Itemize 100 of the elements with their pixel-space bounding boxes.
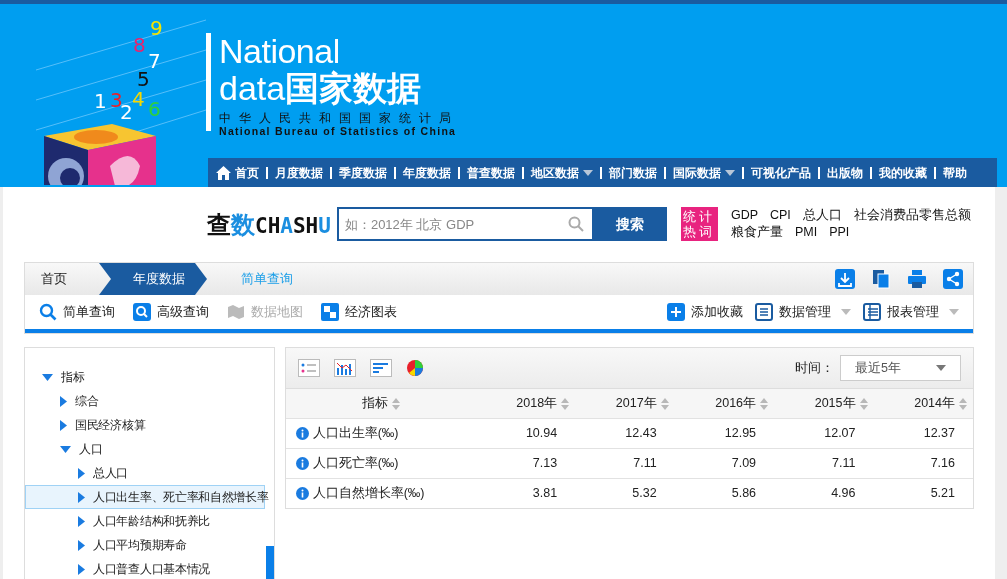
nav-link[interactable]: 地区数据	[531, 163, 593, 182]
chashu-logo: 查数CHASHU	[207, 211, 331, 240]
column-header[interactable]: 2015年	[774, 388, 874, 419]
search-button[interactable]: 搜索	[593, 207, 667, 241]
table-cell: 4.96	[774, 478, 874, 509]
expanded-triangle-icon[interactable]	[42, 373, 53, 381]
home-icon	[216, 165, 231, 180]
info-icon[interactable]	[295, 487, 309, 501]
toolbar-button[interactable]: 经济图表	[321, 302, 397, 322]
search-field[interactable]: 如：2012年 北京 GDP	[336, 207, 594, 241]
column-header[interactable]: 2016年	[674, 388, 775, 419]
logo-digit: 9	[150, 16, 163, 40]
collapsed-triangle-icon[interactable]	[60, 419, 67, 431]
table-cell: 7.11	[575, 448, 675, 479]
hot-words-badge: 统计 热词	[680, 207, 718, 241]
table-cell: 12.43	[575, 418, 675, 449]
collapsed-triangle-icon[interactable]	[60, 395, 67, 407]
nav-link[interactable]: 月度数据	[275, 163, 323, 182]
nav-link[interactable]: 我的收藏	[879, 163, 927, 182]
nav-link[interactable]: 帮助	[943, 163, 967, 182]
hot-word-link[interactable]: PPI	[829, 224, 850, 241]
toolbar-button[interactable]: 添加收藏	[667, 302, 743, 322]
table-cell: 12.07	[774, 418, 874, 449]
nav-link[interactable]: 年度数据	[403, 163, 451, 182]
site-title: National	[219, 33, 341, 69]
tree-item[interactable]: 综合	[25, 389, 265, 413]
table-cell: 7.11	[774, 448, 874, 479]
organization-name: 中华人民共和国国家统计局	[219, 111, 459, 125]
collapsed-triangle-icon[interactable]	[78, 515, 85, 527]
print-icon[interactable]	[907, 269, 927, 289]
nav-link[interactable]: 可视化产品	[751, 163, 811, 182]
nav-link[interactable]: 国际数据	[673, 163, 735, 182]
expanded-triangle-icon[interactable]	[60, 445, 71, 453]
info-icon[interactable]	[295, 427, 309, 440]
download-icon[interactable]	[835, 269, 855, 289]
nav-link[interactable]: 部门数据	[609, 163, 657, 182]
table-cell-text: 人口出生率(‰)	[312, 425, 399, 443]
toolbar-button[interactable]: 高级查询	[133, 302, 209, 322]
site-title: data	[219, 69, 286, 107]
column-header[interactable]: 2017年	[575, 388, 675, 419]
toolbar-button[interactable]: 数据管理	[755, 302, 851, 322]
caret-icon	[725, 169, 735, 176]
bar-chart-icon[interactable]	[333, 359, 356, 377]
sort-icon	[660, 397, 669, 410]
collapsed-triangle-icon[interactable]	[78, 467, 85, 479]
tree-item[interactable]: 国民经济核算	[25, 413, 265, 437]
tree-item[interactable]: 人口平均预期寿命	[25, 533, 265, 557]
tree-item[interactable]: 人口年龄结构和抚养比	[25, 509, 265, 533]
column-header[interactable]: 指标	[285, 388, 476, 419]
time-label: 时间：	[795, 359, 834, 377]
nav-link[interactable]: 出版物	[827, 163, 863, 182]
column-header[interactable]: 2014年	[873, 388, 973, 419]
sort-icon	[561, 397, 570, 410]
hot-word-link[interactable]: PMI	[794, 224, 818, 241]
sort-icon	[760, 397, 769, 410]
logo-digit: 6	[148, 97, 161, 121]
collapsed-triangle-icon[interactable]	[78, 491, 85, 503]
list-icon	[755, 303, 773, 321]
hot-word-link[interactable]: 总人口	[802, 207, 842, 224]
logo-digit: 2	[120, 100, 133, 124]
plus-icon	[667, 303, 685, 321]
horizontal-bar-icon[interactable]	[369, 359, 392, 377]
site-title-chinese: 国家数据	[285, 69, 422, 107]
tree-item[interactable]: 总人口	[25, 461, 265, 485]
collapsed-triangle-icon[interactable]	[78, 563, 85, 575]
table-cell: 5.32	[575, 478, 675, 509]
caret-icon	[936, 365, 946, 371]
breadcrumb-link[interactable]: 年度数据	[99, 263, 207, 295]
collapsed-triangle-icon[interactable]	[78, 539, 85, 551]
hot-word-link[interactable]: GDP	[730, 207, 758, 224]
nav-link[interactable]: 季度数据	[339, 163, 387, 182]
column-header[interactable]: 2018年	[475, 388, 576, 419]
nav-link[interactable]: 普查数据	[467, 163, 515, 182]
tree-item[interactable]: 人口	[25, 437, 265, 461]
magnifier-square-icon	[133, 303, 151, 321]
breadcrumb-link[interactable]: 首页	[25, 263, 99, 295]
pie-chart-icon[interactable]	[405, 359, 424, 377]
time-select[interactable]: 最近5年	[840, 355, 961, 381]
table-cell: 7.16	[873, 448, 973, 479]
scrollbar-thumb[interactable]	[265, 546, 274, 579]
tree-item[interactable]: 指标	[25, 365, 265, 389]
caret-icon	[841, 309, 851, 315]
table-cell-text: 人口死亡率(‰)	[312, 455, 399, 473]
hot-word-link[interactable]: CPI	[770, 207, 791, 224]
toolbar-button[interactable]: 简单查询	[39, 302, 115, 322]
table-icon	[863, 303, 881, 321]
table-cell: 7.13	[475, 448, 576, 479]
hot-word-link[interactable]: 粮食产量	[730, 224, 783, 241]
organization-name-english: National Bureau of Statistics of China	[219, 125, 458, 137]
hot-word-link[interactable]: 社会消费品零售总额	[853, 207, 971, 224]
toolbar-button[interactable]: 报表管理	[863, 302, 959, 322]
nav-link[interactable]: 首页	[216, 163, 259, 182]
sort-icon	[859, 397, 868, 410]
info-icon[interactable]	[295, 457, 309, 470]
table-cell: 3.81	[475, 478, 576, 509]
table-cell: 10.94	[475, 418, 576, 449]
sort-icon	[391, 397, 400, 410]
copy-icon[interactable]	[871, 269, 891, 289]
tree-item[interactable]: 人口普查人口基本情况	[25, 557, 265, 579]
share-icon[interactable]	[943, 269, 963, 289]
